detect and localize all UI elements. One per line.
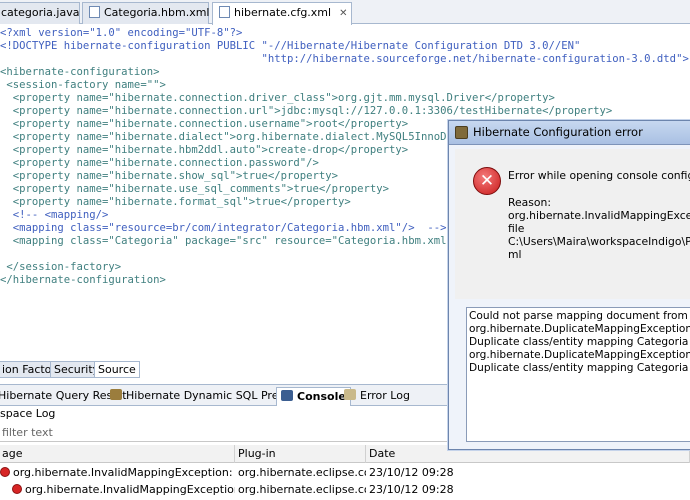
- reason-line: file: [508, 222, 525, 235]
- hibernate-icon: [455, 126, 468, 139]
- xml-file-icon: [89, 6, 100, 18]
- column-message[interactable]: age: [0, 445, 235, 463]
- detail-line: Duplicate class/entity mapping Categoria: [469, 362, 689, 374]
- tab-label: Error Log: [360, 389, 410, 402]
- code-line: <mapping class="resource=br/com/integrat…: [0, 222, 447, 234]
- tab-label: Categoria.hbm.xml: [104, 6, 210, 19]
- tab-label: categoria.java: [1, 6, 80, 19]
- reason-line: C:\Users\Maira\workspaceIndigo\ProjU: [508, 235, 690, 248]
- error-icon: [12, 484, 22, 494]
- log-title: space Log: [0, 407, 56, 420]
- tab-label: Console: [297, 390, 346, 403]
- code-line: <!-- <mapping/>: [0, 209, 109, 221]
- code-line: <property name="hibernate.use_sql_commen…: [0, 183, 390, 195]
- code-line: <!DOCTYPE hibernate-configuration PUBLIC…: [0, 40, 581, 52]
- code-line: <property name="hibernate.dialect">org.h…: [0, 131, 472, 143]
- tab-error-log[interactable]: Error Log: [340, 387, 414, 406]
- dialog-title-bar[interactable]: Hibernate Configuration error: [449, 121, 690, 145]
- table-row[interactable]: org.hibernate.InvalidMappingException: C…: [0, 482, 690, 499]
- tab-label: hibernate.cfg.xml: [234, 6, 332, 19]
- code-line: <property name="hibernate.connection.url…: [0, 105, 613, 117]
- detail-line: org.hibernate.DuplicateMappingException:…: [469, 349, 690, 361]
- error-details-text[interactable]: Could not parse mapping document from fi…: [466, 307, 690, 442]
- code-line: </hibernate-configuration>: [0, 274, 166, 286]
- error-log-icon: [344, 389, 356, 400]
- column-plugin[interactable]: Plug-in: [236, 445, 366, 463]
- detail-line: Could not parse mapping document from fi…: [469, 310, 690, 322]
- tab-source[interactable]: Source: [94, 361, 140, 378]
- detail-line: org.hibernate.DuplicateMappingException:…: [469, 323, 690, 335]
- code-line: <property name="hibernate.connection.dri…: [0, 92, 555, 104]
- code-line: "http://hibernate.sourceforge.net/hibern…: [0, 53, 689, 65]
- tab-categoria-hbm-xml[interactable]: Categoria.hbm.xml: [82, 2, 209, 24]
- log-date: 23/10/12 09:28: [369, 466, 454, 479]
- code-line: <property name="hibernate.hbm2ddl.auto">…: [0, 144, 409, 156]
- code-line: <property name="hibernate.connection.pas…: [0, 157, 319, 169]
- tab-categoria-java[interactable]: categoria.java: [0, 2, 80, 24]
- log-date: 23/10/12 09:28: [369, 483, 454, 496]
- reason-label: Reason:: [508, 196, 551, 209]
- code-line: <property name="hibernate.show_sql">true…: [0, 170, 339, 182]
- hibernate-icon: [110, 389, 122, 400]
- log-message: org.hibernate.InvalidMappingException: C…: [25, 483, 235, 496]
- log-plugin: org.hibernate.eclipse.con...: [238, 466, 366, 479]
- tab-label: Security: [54, 363, 100, 376]
- tab-hibernate-cfg-xml[interactable]: hibernate.cfg.xml ✕: [212, 2, 352, 25]
- console-icon: [281, 390, 293, 401]
- error-message: Error while opening console configurati: [508, 169, 690, 182]
- dialog-title: Hibernate Configuration error: [473, 125, 643, 139]
- log-message: org.hibernate.InvalidMappingException: C…: [13, 466, 235, 479]
- tab-label: Source: [98, 363, 136, 376]
- editor-tab-bar: categoria.java Categoria.hbm.xml hiberna…: [0, 0, 690, 25]
- code-line: <session-factory name="">: [0, 79, 166, 91]
- log-plugin: org.hibernate.eclipse.con...: [238, 483, 366, 496]
- code-line: <property name="hibernate.format_sql">tr…: [0, 196, 351, 208]
- error-icon: [0, 467, 10, 477]
- close-icon[interactable]: ✕: [339, 8, 347, 19]
- code-line: <mapping class="Categoria" package="src"…: [0, 235, 466, 247]
- table-row[interactable]: org.hibernate.InvalidMappingException: C…: [0, 465, 690, 482]
- reason-line: ml: [508, 248, 522, 261]
- code-line: </session-factory>: [0, 261, 122, 273]
- code-line: <hibernate-configuration>: [0, 66, 160, 78]
- detail-line: Duplicate class/entity mapping Categoria: [469, 336, 689, 348]
- error-icon: ✕: [473, 167, 501, 195]
- code-line: <?xml version="1.0" encoding="UTF-8"?>: [0, 27, 243, 39]
- code-line: <property name="hibernate.connection.use…: [0, 118, 409, 130]
- xml-file-icon: [219, 6, 230, 18]
- reason-line: org.hibernate.InvalidMappingException: [508, 209, 690, 222]
